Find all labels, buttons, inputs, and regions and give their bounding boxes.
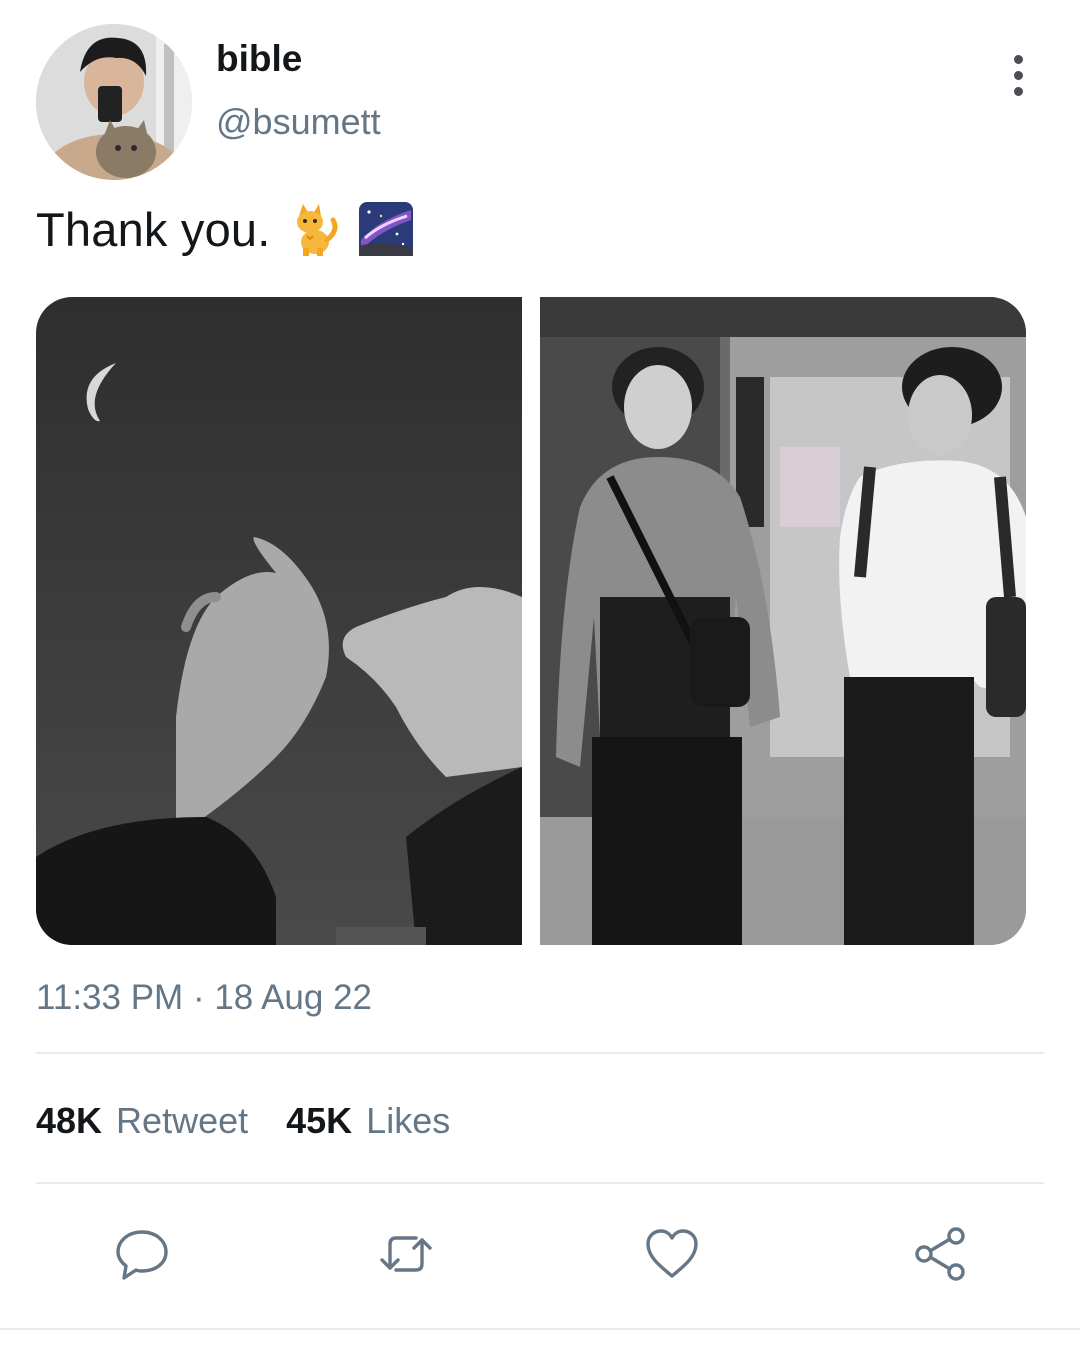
photo-two-men-walking[interactable] <box>540 297 1026 945</box>
more-dot <box>1013 70 1023 80</box>
tweet-time: 11:33 PM <box>36 978 184 1017</box>
tweet-stats: 48K Retweet 45K Likes <box>36 1100 488 1142</box>
author-name[interactable]: bible <box>216 38 302 80</box>
more-vertical-icon[interactable] <box>996 50 1040 100</box>
timestamp-separator: · <box>192 978 205 1017</box>
divider <box>36 1052 1044 1054</box>
retweet-count: 48K <box>36 1100 103 1141</box>
divider <box>36 1182 1044 1184</box>
retweet-icon[interactable] <box>374 1222 438 1286</box>
avatar[interactable] <box>36 24 192 180</box>
likes-count: 45K <box>286 1100 353 1141</box>
tweet-timestamp: 11:33 PM · 18 Aug 22 <box>36 978 372 1018</box>
tweet-media <box>36 297 1026 945</box>
more-dot <box>1013 86 1023 96</box>
share-icon[interactable] <box>908 1222 972 1286</box>
retweet-stat[interactable]: 48K Retweet <box>36 1100 248 1142</box>
more-dot <box>1013 54 1023 64</box>
tweet-text: Thank you. <box>36 202 271 256</box>
milky-way-emoji <box>357 200 415 258</box>
cat-emoji <box>285 200 343 258</box>
likes-stat[interactable]: 45K Likes <box>286 1100 450 1142</box>
likes-label: Likes <box>366 1100 451 1141</box>
photo-pinky-promise-night-sky[interactable] <box>36 297 522 945</box>
reply-icon[interactable] <box>110 1222 174 1286</box>
divider <box>0 1328 1080 1330</box>
tweet-date: 18 Aug 22 <box>214 978 372 1017</box>
heart-icon[interactable] <box>640 1222 704 1286</box>
retweet-label: Retweet <box>116 1100 249 1141</box>
tweet-detail: bible @bsumett Thank you. 11:33 PM · 18 … <box>0 0 1080 1347</box>
author-handle[interactable]: @bsumett <box>216 101 381 143</box>
tweet-text-row: Thank you. <box>36 200 415 258</box>
